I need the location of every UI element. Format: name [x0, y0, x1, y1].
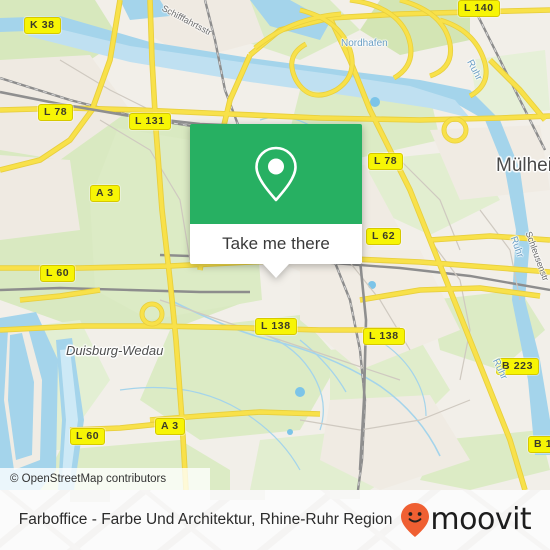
map-label-water: Nordhafen	[341, 38, 388, 49]
road-shield: L 131	[129, 113, 171, 130]
take-me-there-callout[interactable]: Take me there	[190, 124, 362, 278]
osm-attribution: © OpenStreetMap contributors	[0, 468, 210, 490]
road-shield: K 38	[24, 17, 61, 34]
road-shield: L 140	[458, 0, 500, 17]
road-shield: A 3	[155, 418, 185, 435]
osm-attribution-text: © OpenStreetMap contributors	[10, 473, 167, 485]
moovit-logo[interactable]: moovit	[400, 502, 532, 538]
moovit-wordmark: moovit	[430, 502, 532, 537]
moovit-pin-smile-icon	[401, 503, 430, 537]
callout-tail	[263, 264, 289, 278]
callout-action-bar[interactable]: Take me there	[190, 224, 362, 278]
page-footer: Farboffice - Farbe Und Architektur, Rhin…	[0, 490, 550, 550]
road-shield: L 62	[366, 228, 402, 245]
callout-icon-panel	[190, 124, 362, 224]
footer-title: Farboffice - Farbe Und Architektur, Rhin…	[18, 511, 393, 528]
road-shield: L 60	[40, 265, 76, 282]
road-shield: L 138	[255, 318, 297, 335]
road-shield: L 138	[363, 328, 405, 345]
map-screenshot: K 38 L 140 L 78 L 131 L 78 A 3 L 62 L 60 L 138 L …	[0, 0, 550, 550]
road-shield: A 3	[90, 185, 120, 202]
map-label-city: Mülheim	[496, 155, 550, 176]
footer-content: Farboffice - Farbe Und Architektur, Rhin…	[18, 502, 532, 538]
map-pin-icon	[255, 146, 297, 202]
road-shield: L 78	[368, 153, 404, 170]
callout-label: Take me there	[222, 234, 330, 253]
road-shield: B 1	[528, 436, 550, 453]
road-shield: L 78	[38, 104, 74, 121]
map-label-suburb: Duisburg-Wedau	[66, 343, 164, 358]
road-shield: L 60	[70, 428, 106, 445]
